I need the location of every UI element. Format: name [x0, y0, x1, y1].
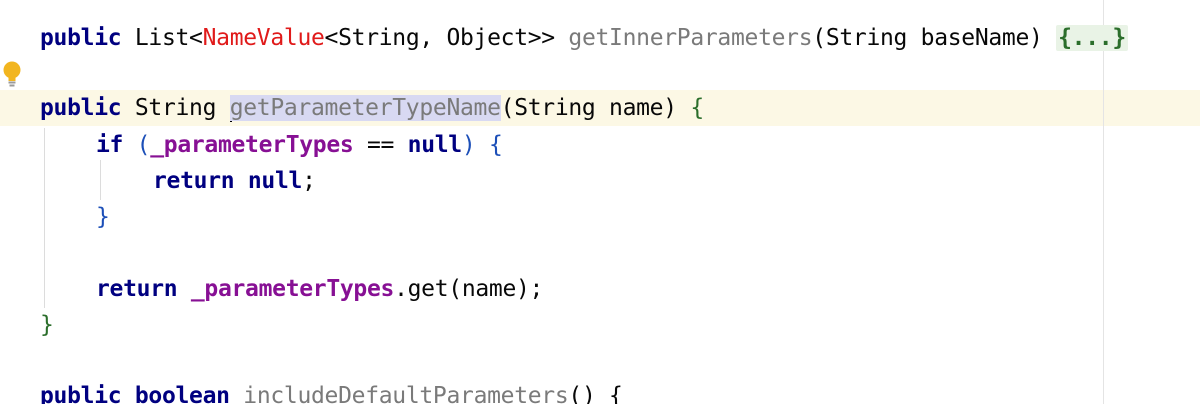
code-line-1[interactable]: public List<NameValue<String, Object>> g… [40, 20, 1128, 56]
paren: ( [123, 132, 151, 158]
type: String [121, 95, 230, 121]
params: (String baseName) [812, 25, 1057, 51]
brace: } [40, 312, 54, 338]
indent-guide [100, 160, 101, 200]
brace: } [96, 204, 110, 230]
method-name[interactable]: getInnerParameters [568, 25, 812, 51]
code-line-8[interactable]: public boolean includeDefaultParameters(… [40, 378, 623, 404]
semicolon: ; [302, 168, 316, 194]
field[interactable]: _parameterTypes [150, 132, 354, 158]
keyword: return [96, 276, 178, 302]
operator: == [353, 132, 408, 158]
keyword: boolean [134, 383, 230, 404]
code-line-5[interactable]: } [96, 199, 110, 235]
keyword: if [96, 132, 124, 158]
params: () { [568, 383, 623, 404]
paren: ) [461, 132, 489, 158]
brace: { [690, 95, 704, 121]
method-name[interactable]: includeDefaultParameters [243, 383, 568, 404]
field[interactable]: _parameterTypes [191, 276, 395, 302]
type: <String, Object>> [324, 25, 569, 51]
keyword: public [40, 25, 122, 51]
right-margin-guide [1103, 0, 1104, 404]
params: (String name) [500, 95, 691, 121]
code-line-4[interactable]: return null; [153, 163, 316, 199]
brace: { [488, 132, 503, 158]
lightbulb-icon[interactable] [2, 60, 22, 88]
code-line-7[interactable]: } [40, 307, 54, 343]
code-line-6[interactable]: return _parameterTypes.get(name); [96, 271, 543, 307]
type: List< [134, 25, 203, 51]
folded-region[interactable]: {...} [1056, 25, 1128, 51]
code-editor[interactable]: public List<NameValue<String, Object>> g… [0, 0, 1200, 404]
keyword: public [40, 383, 122, 404]
keyword: null [247, 168, 303, 194]
code-line-3[interactable]: if (_parameterTypes == null) { [96, 127, 503, 163]
unresolved-type[interactable]: NameValue [203, 25, 325, 51]
keyword: public [40, 95, 122, 121]
code-line-2[interactable]: public String getParameterTypeName(Strin… [40, 90, 704, 126]
method-call: .get(name); [394, 276, 544, 302]
method-name[interactable]: getParameterTypeName [229, 95, 501, 121]
indent-guide [44, 128, 45, 308]
keyword: return [153, 168, 235, 194]
keyword: null [407, 132, 463, 158]
